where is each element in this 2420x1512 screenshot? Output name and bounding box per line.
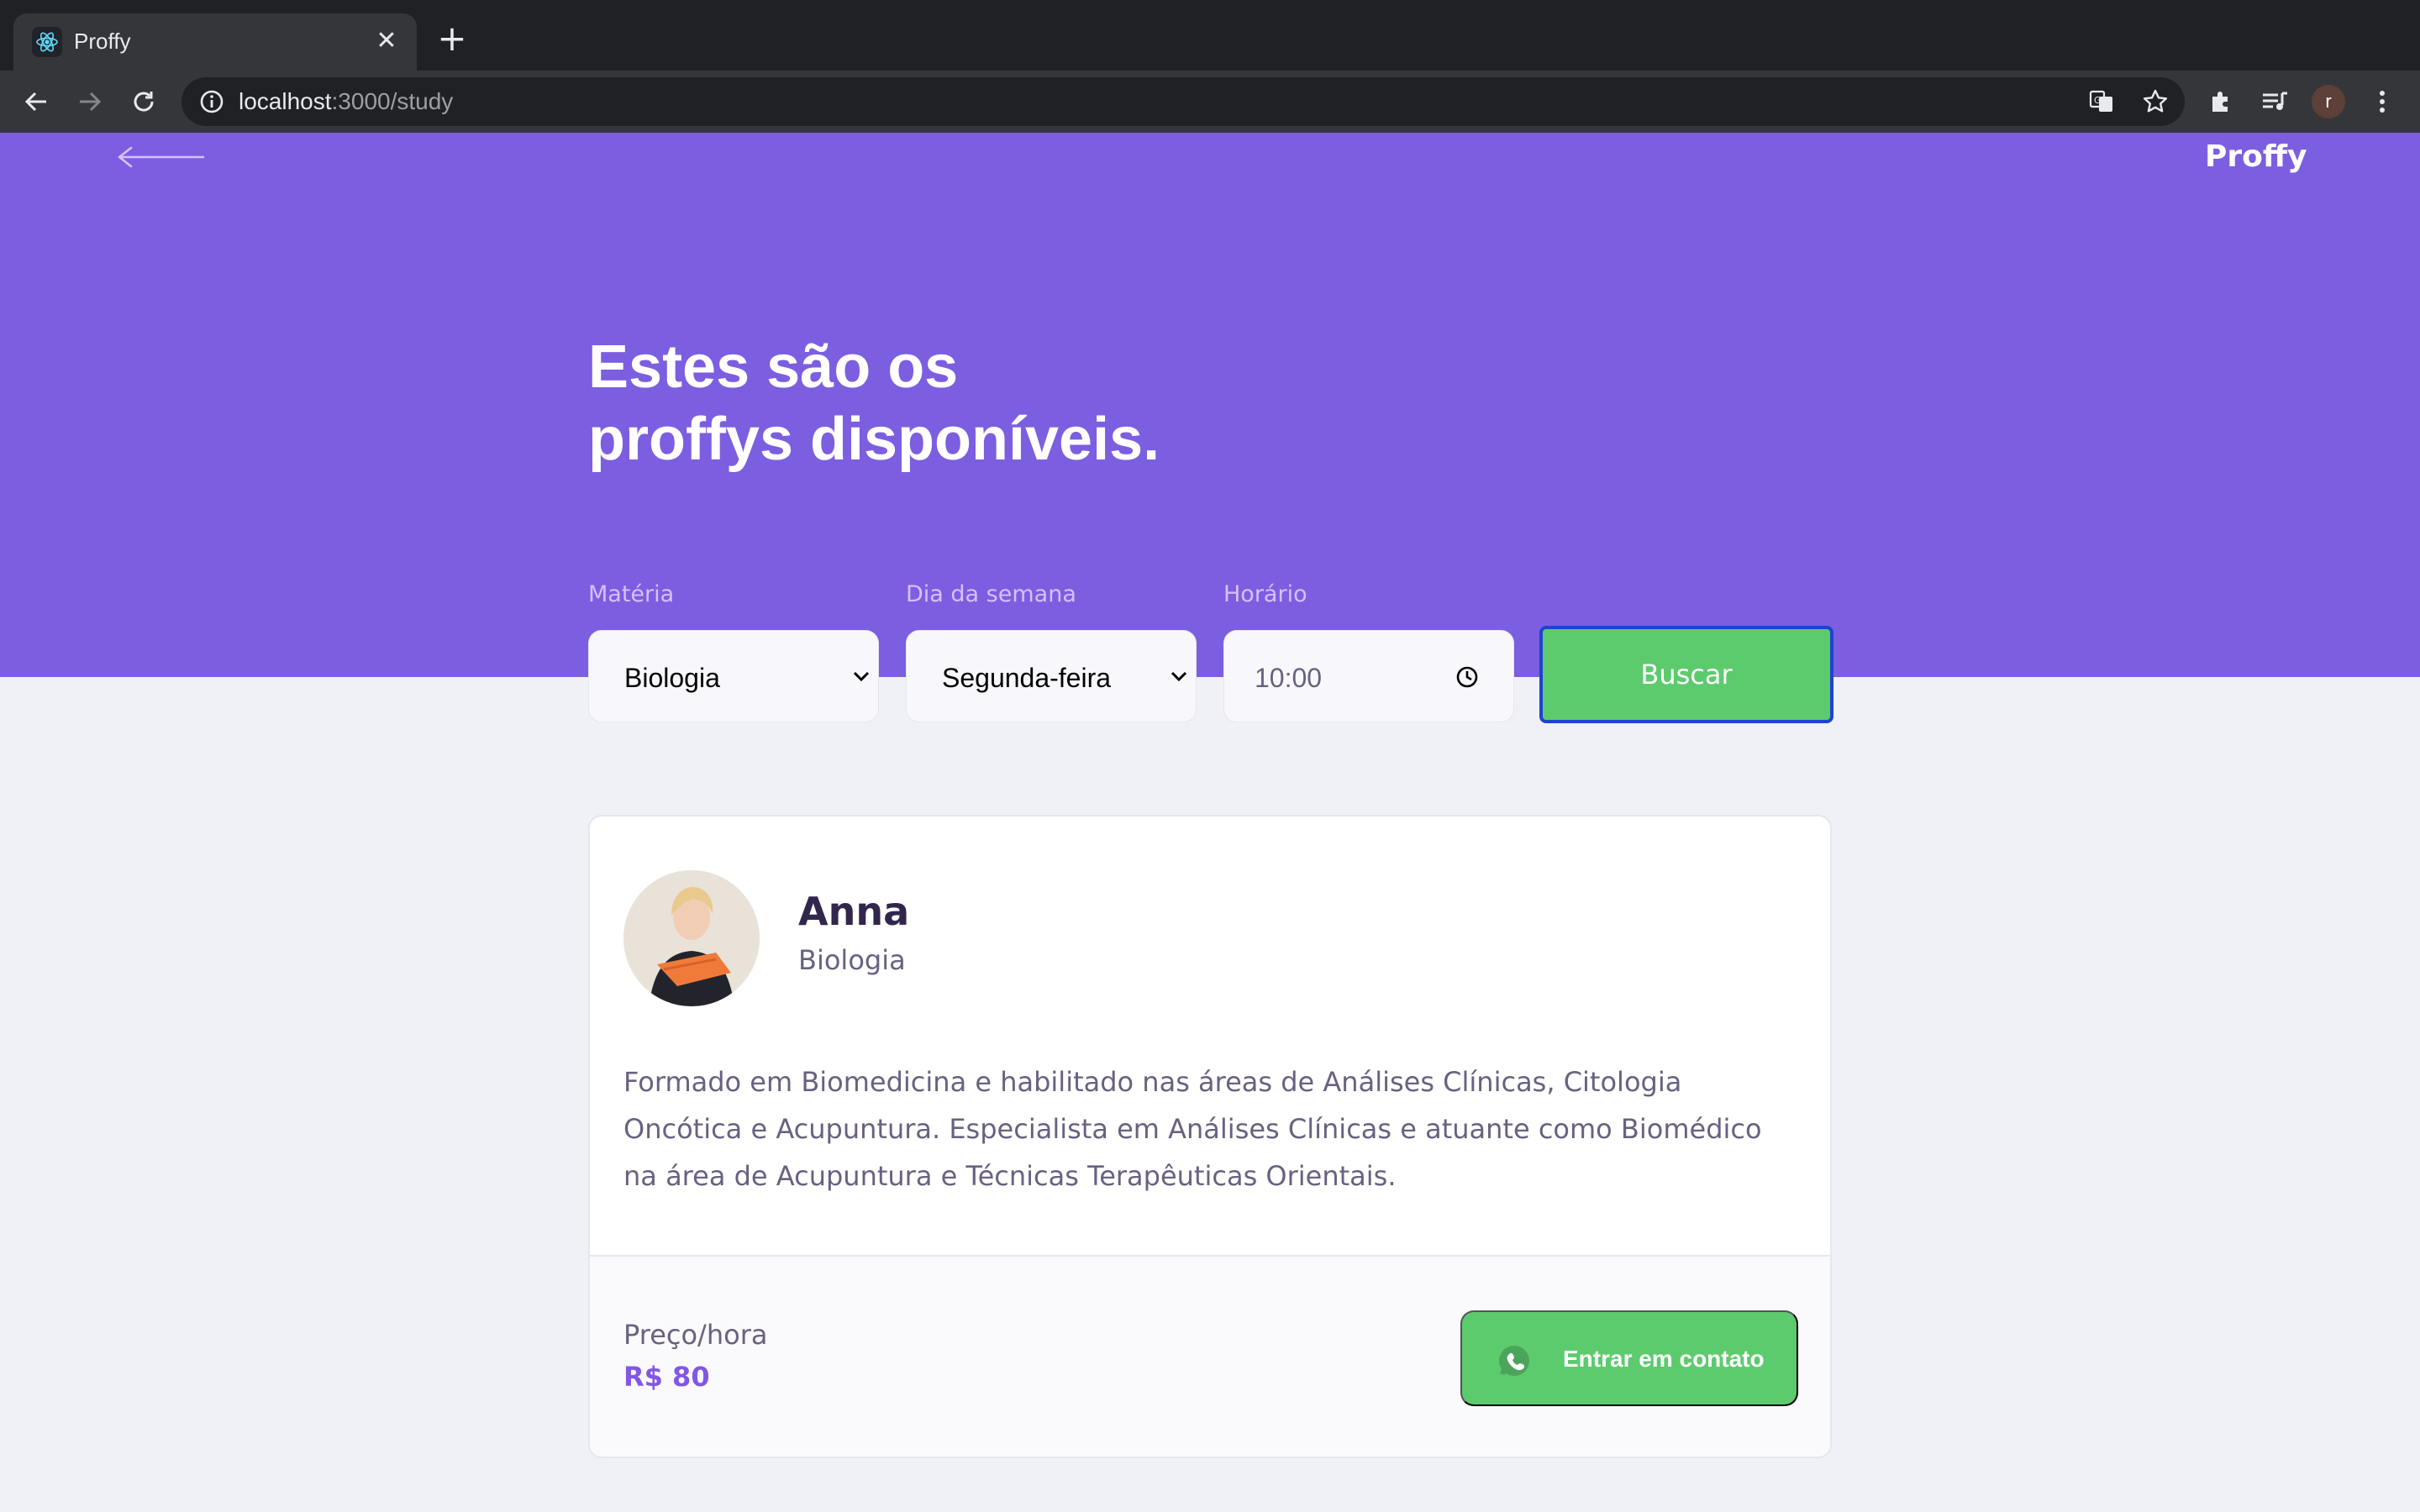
weekday-select-value: Segunda-feira bbox=[942, 663, 1112, 693]
clock-icon[interactable] bbox=[1455, 664, 1480, 690]
price-value: R$ 80 bbox=[623, 1361, 710, 1393]
page-title: Estes são os proffys disponíveis. bbox=[588, 331, 1344, 475]
svg-text:G: G bbox=[2094, 95, 2102, 106]
react-favicon-icon bbox=[32, 27, 62, 57]
teacher-card-footer: Preço/hora R$ 80 Entrar em contato bbox=[590, 1255, 1830, 1457]
translate-icon[interactable]: G bbox=[2087, 87, 2116, 116]
teacher-bio: Formado em Biomedicina e habilitado nas … bbox=[623, 1066, 1762, 1192]
weekday-label: Dia da semana bbox=[906, 581, 1076, 607]
media-queue-icon[interactable] bbox=[2255, 82, 2294, 121]
browser-toolbar: localhost:3000/study G r bbox=[0, 71, 2420, 133]
contact-button[interactable]: Entrar em contato bbox=[1460, 1310, 1798, 1406]
subject-select-value: Biologia bbox=[624, 663, 720, 693]
address-bar[interactable]: localhost:3000/study G bbox=[182, 77, 2185, 126]
time-input[interactable]: 10:00 bbox=[1223, 630, 1514, 722]
reload-icon[interactable] bbox=[124, 82, 163, 121]
url-host: localhost bbox=[239, 88, 332, 114]
menu-dots-icon[interactable] bbox=[2363, 82, 2402, 121]
forward-icon[interactable] bbox=[71, 82, 109, 121]
weekday-select[interactable]: Segunda-feira bbox=[906, 630, 1197, 722]
url-path: :3000/study bbox=[331, 88, 454, 114]
subject-label: Matéria bbox=[588, 581, 675, 607]
search-button[interactable]: Buscar bbox=[1539, 626, 1833, 723]
teacher-card: Anna Biologia Formado em Biomedicina e h… bbox=[588, 815, 1832, 1458]
proffy-logo: Proffy bbox=[2205, 139, 2307, 174]
chevron-down-icon bbox=[1171, 671, 1187, 682]
page-title-line-1: Estes são os bbox=[588, 333, 959, 401]
new-tab-icon[interactable]: + bbox=[435, 21, 469, 56]
time-label: Horário bbox=[1223, 581, 1307, 607]
back-arrow-icon[interactable] bbox=[118, 144, 205, 170]
back-icon[interactable] bbox=[17, 82, 55, 121]
profile-initial: r bbox=[2312, 85, 2345, 118]
bookmark-star-icon[interactable] bbox=[2141, 87, 2170, 116]
browser-chrome: Proffy ✕ + localhost:3000/study G r bbox=[0, 0, 2420, 133]
tab-close-icon[interactable]: ✕ bbox=[371, 25, 402, 55]
tab-title: Proffy bbox=[74, 29, 131, 54]
tab-strip: Proffy ✕ + bbox=[0, 0, 2420, 71]
whatsapp-icon bbox=[1499, 1346, 1529, 1376]
page-title-line-2: proffys disponíveis. bbox=[588, 406, 1160, 473]
price-label: Preço/hora bbox=[623, 1319, 768, 1351]
subject-select[interactable]: Biologia bbox=[588, 630, 879, 722]
teacher-avatar bbox=[623, 870, 760, 1006]
profile-avatar[interactable]: r bbox=[2309, 82, 2348, 121]
info-icon[interactable] bbox=[198, 88, 225, 115]
time-input-value: 10:00 bbox=[1255, 663, 1323, 693]
contact-button-label: Entrar em contato bbox=[1563, 1346, 1765, 1372]
extensions-icon[interactable] bbox=[2202, 82, 2240, 121]
teacher-subject: Biologia bbox=[798, 944, 906, 976]
url-text: localhost:3000/study bbox=[239, 88, 453, 115]
chevron-down-icon bbox=[853, 671, 870, 682]
browser-tab[interactable]: Proffy ✕ bbox=[13, 13, 417, 71]
teacher-name: Anna bbox=[798, 889, 910, 934]
